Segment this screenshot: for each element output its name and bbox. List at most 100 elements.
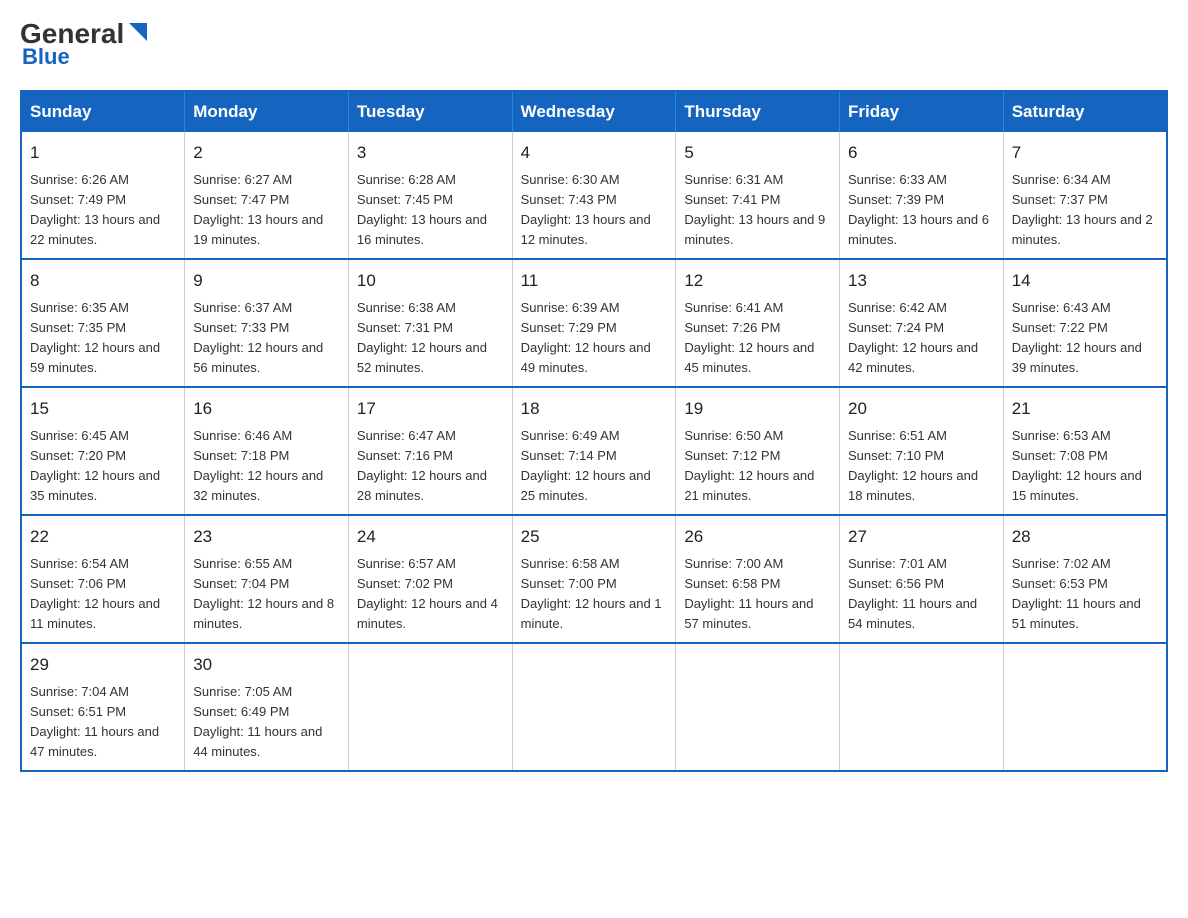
day-info: Sunrise: 6:55 AMSunset: 7:04 PMDaylight:… [193, 554, 340, 635]
day-number: 14 [1012, 268, 1158, 294]
calendar-day-cell: 10 Sunrise: 6:38 AMSunset: 7:31 PMDaylig… [348, 259, 512, 387]
weekday-header-tuesday: Tuesday [348, 91, 512, 132]
page-header: General Blue [20, 20, 1168, 70]
calendar-day-cell: 29 Sunrise: 7:04 AMSunset: 6:51 PMDaylig… [21, 643, 185, 771]
day-info: Sunrise: 6:54 AMSunset: 7:06 PMDaylight:… [30, 554, 176, 635]
day-number: 25 [521, 524, 668, 550]
calendar-day-cell: 28 Sunrise: 7:02 AMSunset: 6:53 PMDaylig… [1003, 515, 1167, 643]
day-number: 6 [848, 140, 995, 166]
calendar-day-cell: 16 Sunrise: 6:46 AMSunset: 7:18 PMDaylig… [185, 387, 349, 515]
day-info: Sunrise: 6:57 AMSunset: 7:02 PMDaylight:… [357, 554, 504, 635]
day-info: Sunrise: 7:00 AMSunset: 6:58 PMDaylight:… [684, 554, 831, 635]
day-info: Sunrise: 7:05 AMSunset: 6:49 PMDaylight:… [193, 682, 340, 763]
day-number: 20 [848, 396, 995, 422]
calendar-header-row: SundayMondayTuesdayWednesdayThursdayFrid… [21, 91, 1167, 132]
day-info: Sunrise: 6:28 AMSunset: 7:45 PMDaylight:… [357, 170, 504, 251]
calendar-week-row: 22 Sunrise: 6:54 AMSunset: 7:06 PMDaylig… [21, 515, 1167, 643]
calendar-day-cell: 20 Sunrise: 6:51 AMSunset: 7:10 PMDaylig… [840, 387, 1004, 515]
day-number: 4 [521, 140, 668, 166]
calendar-empty-cell [512, 643, 676, 771]
day-info: Sunrise: 6:58 AMSunset: 7:00 PMDaylight:… [521, 554, 668, 635]
calendar-day-cell: 24 Sunrise: 6:57 AMSunset: 7:02 PMDaylig… [348, 515, 512, 643]
day-number: 24 [357, 524, 504, 550]
day-info: Sunrise: 7:01 AMSunset: 6:56 PMDaylight:… [848, 554, 995, 635]
day-info: Sunrise: 6:51 AMSunset: 7:10 PMDaylight:… [848, 426, 995, 507]
weekday-header-monday: Monday [185, 91, 349, 132]
weekday-header-sunday: Sunday [21, 91, 185, 132]
calendar-day-cell: 22 Sunrise: 6:54 AMSunset: 7:06 PMDaylig… [21, 515, 185, 643]
calendar-day-cell: 2 Sunrise: 6:27 AMSunset: 7:47 PMDayligh… [185, 132, 349, 259]
calendar-day-cell: 13 Sunrise: 6:42 AMSunset: 7:24 PMDaylig… [840, 259, 1004, 387]
day-info: Sunrise: 6:30 AMSunset: 7:43 PMDaylight:… [521, 170, 668, 251]
day-number: 1 [30, 140, 176, 166]
calendar-day-cell: 17 Sunrise: 6:47 AMSunset: 7:16 PMDaylig… [348, 387, 512, 515]
calendar-day-cell: 30 Sunrise: 7:05 AMSunset: 6:49 PMDaylig… [185, 643, 349, 771]
day-info: Sunrise: 6:33 AMSunset: 7:39 PMDaylight:… [848, 170, 995, 251]
day-number: 11 [521, 268, 668, 294]
day-number: 3 [357, 140, 504, 166]
day-info: Sunrise: 6:31 AMSunset: 7:41 PMDaylight:… [684, 170, 831, 251]
calendar-day-cell: 23 Sunrise: 6:55 AMSunset: 7:04 PMDaylig… [185, 515, 349, 643]
calendar-day-cell: 6 Sunrise: 6:33 AMSunset: 7:39 PMDayligh… [840, 132, 1004, 259]
weekday-header-wednesday: Wednesday [512, 91, 676, 132]
calendar-day-cell: 3 Sunrise: 6:28 AMSunset: 7:45 PMDayligh… [348, 132, 512, 259]
day-info: Sunrise: 7:04 AMSunset: 6:51 PMDaylight:… [30, 682, 176, 763]
day-number: 2 [193, 140, 340, 166]
day-number: 22 [30, 524, 176, 550]
day-info: Sunrise: 6:42 AMSunset: 7:24 PMDaylight:… [848, 298, 995, 379]
day-number: 8 [30, 268, 176, 294]
calendar-day-cell: 5 Sunrise: 6:31 AMSunset: 7:41 PMDayligh… [676, 132, 840, 259]
day-info: Sunrise: 6:47 AMSunset: 7:16 PMDaylight:… [357, 426, 504, 507]
weekday-header-thursday: Thursday [676, 91, 840, 132]
calendar-week-row: 15 Sunrise: 6:45 AMSunset: 7:20 PMDaylig… [21, 387, 1167, 515]
logo-triangle-icon [127, 21, 149, 43]
calendar-day-cell: 8 Sunrise: 6:35 AMSunset: 7:35 PMDayligh… [21, 259, 185, 387]
day-number: 28 [1012, 524, 1158, 550]
day-info: Sunrise: 6:41 AMSunset: 7:26 PMDaylight:… [684, 298, 831, 379]
day-number: 10 [357, 268, 504, 294]
calendar-week-row: 8 Sunrise: 6:35 AMSunset: 7:35 PMDayligh… [21, 259, 1167, 387]
day-info: Sunrise: 6:43 AMSunset: 7:22 PMDaylight:… [1012, 298, 1158, 379]
day-number: 21 [1012, 396, 1158, 422]
day-info: Sunrise: 6:27 AMSunset: 7:47 PMDaylight:… [193, 170, 340, 251]
calendar-week-row: 29 Sunrise: 7:04 AMSunset: 6:51 PMDaylig… [21, 643, 1167, 771]
calendar-day-cell: 19 Sunrise: 6:50 AMSunset: 7:12 PMDaylig… [676, 387, 840, 515]
calendar-empty-cell [676, 643, 840, 771]
day-info: Sunrise: 7:02 AMSunset: 6:53 PMDaylight:… [1012, 554, 1158, 635]
calendar-day-cell: 1 Sunrise: 6:26 AMSunset: 7:49 PMDayligh… [21, 132, 185, 259]
calendar-day-cell: 26 Sunrise: 7:00 AMSunset: 6:58 PMDaylig… [676, 515, 840, 643]
day-number: 29 [30, 652, 176, 678]
calendar-day-cell: 18 Sunrise: 6:49 AMSunset: 7:14 PMDaylig… [512, 387, 676, 515]
day-info: Sunrise: 6:45 AMSunset: 7:20 PMDaylight:… [30, 426, 176, 507]
calendar-empty-cell [840, 643, 1004, 771]
day-info: Sunrise: 6:38 AMSunset: 7:31 PMDaylight:… [357, 298, 504, 379]
day-number: 26 [684, 524, 831, 550]
day-number: 19 [684, 396, 831, 422]
calendar-week-row: 1 Sunrise: 6:26 AMSunset: 7:49 PMDayligh… [21, 132, 1167, 259]
day-info: Sunrise: 6:26 AMSunset: 7:49 PMDaylight:… [30, 170, 176, 251]
weekday-header-friday: Friday [840, 91, 1004, 132]
day-info: Sunrise: 6:35 AMSunset: 7:35 PMDaylight:… [30, 298, 176, 379]
day-number: 13 [848, 268, 995, 294]
calendar-day-cell: 14 Sunrise: 6:43 AMSunset: 7:22 PMDaylig… [1003, 259, 1167, 387]
day-info: Sunrise: 6:34 AMSunset: 7:37 PMDaylight:… [1012, 170, 1158, 251]
calendar-empty-cell [1003, 643, 1167, 771]
calendar-day-cell: 11 Sunrise: 6:39 AMSunset: 7:29 PMDaylig… [512, 259, 676, 387]
day-info: Sunrise: 6:46 AMSunset: 7:18 PMDaylight:… [193, 426, 340, 507]
day-info: Sunrise: 6:37 AMSunset: 7:33 PMDaylight:… [193, 298, 340, 379]
day-number: 7 [1012, 140, 1158, 166]
calendar-day-cell: 25 Sunrise: 6:58 AMSunset: 7:00 PMDaylig… [512, 515, 676, 643]
calendar-table: SundayMondayTuesdayWednesdayThursdayFrid… [20, 90, 1168, 772]
day-number: 5 [684, 140, 831, 166]
day-number: 23 [193, 524, 340, 550]
day-info: Sunrise: 6:50 AMSunset: 7:12 PMDaylight:… [684, 426, 831, 507]
calendar-day-cell: 12 Sunrise: 6:41 AMSunset: 7:26 PMDaylig… [676, 259, 840, 387]
day-number: 18 [521, 396, 668, 422]
day-number: 17 [357, 396, 504, 422]
calendar-day-cell: 15 Sunrise: 6:45 AMSunset: 7:20 PMDaylig… [21, 387, 185, 515]
calendar-day-cell: 9 Sunrise: 6:37 AMSunset: 7:33 PMDayligh… [185, 259, 349, 387]
calendar-day-cell: 21 Sunrise: 6:53 AMSunset: 7:08 PMDaylig… [1003, 387, 1167, 515]
logo: General Blue [20, 20, 149, 70]
calendar-day-cell: 4 Sunrise: 6:30 AMSunset: 7:43 PMDayligh… [512, 132, 676, 259]
calendar-empty-cell [348, 643, 512, 771]
